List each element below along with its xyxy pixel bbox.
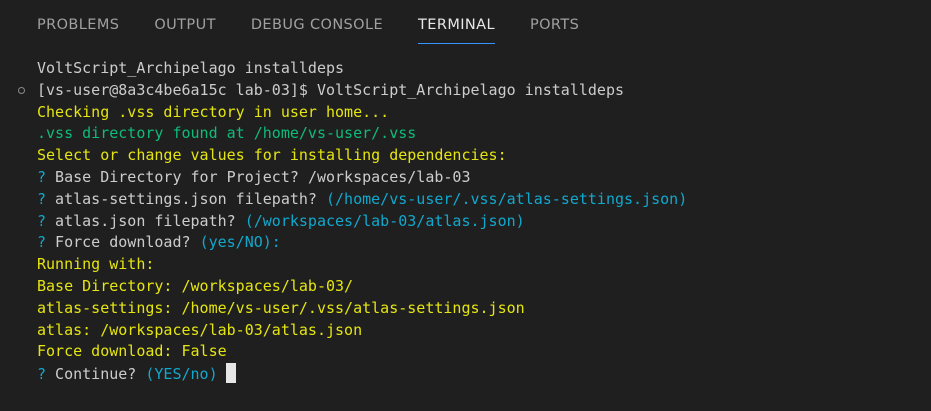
terminal-line: .vss directory found at /home/vs-user/.v… (0, 123, 931, 145)
question-label: Base Directory for Project? (46, 167, 308, 186)
tab-problems[interactable]: PROBLEMS (37, 17, 119, 44)
default-value: (/home/vs-user/.vss/atlas-settings.json) (326, 189, 688, 208)
answer-value: /workspaces/lab-03 (307, 167, 471, 186)
terminal-line: Checking .vss directory in user home... (0, 102, 931, 124)
command-decoration-circle-icon[interactable] (18, 86, 25, 94)
terminal-line-question: ? Base Directory for Project? /workspace… (0, 167, 931, 189)
question-mark: ? (37, 365, 47, 384)
terminal-line: Select or change values for installing d… (0, 145, 931, 167)
command-echo: VoltScript_Archipelago installdeps (37, 59, 345, 77)
summary-item: atlas: /workspaces/lab-03/atlas.json (37, 320, 363, 339)
shell-prompt-command: [vs-user@8a3c4be6a15c lab-03]$ VoltScrip… (37, 80, 624, 99)
terminal-line: Running with: (0, 254, 931, 276)
question-mark: ? (37, 189, 47, 208)
summary-item: Base Directory: /workspaces/lab-03/ (37, 276, 354, 295)
default-value: (yes/NO): (199, 233, 281, 252)
terminal-line: Force download: False (0, 341, 931, 363)
summary-item: atlas-settings: /home/vs-user/.vss/atlas… (37, 298, 525, 317)
tab-debug-console[interactable]: DEBUG CONSOLE (251, 17, 383, 44)
panel-tab-bar: PROBLEMS OUTPUT DEBUG CONSOLE TERMINAL P… (0, 0, 931, 57)
terminal-line: atlas-settings: /home/vs-user/.vss/atlas… (0, 298, 931, 320)
status-text: Checking .vss directory in user home... (37, 102, 390, 121)
tab-ports[interactable]: PORTS (530, 17, 579, 44)
terminal-line-question: ? Force download? (yes/NO): (0, 232, 931, 254)
tab-output[interactable]: OUTPUT (154, 17, 216, 44)
question-mark: ? (37, 233, 47, 252)
summary-item: Force download: False (37, 342, 227, 361)
terminal-panel: PROBLEMS OUTPUT DEBUG CONSOLE TERMINAL P… (0, 0, 931, 411)
question-label: atlas-settings.json filepath? (46, 189, 326, 208)
status-text: Select or change values for installing d… (37, 146, 507, 165)
summary-heading: Running with: (37, 255, 155, 274)
question-mark: ? (37, 211, 47, 230)
default-value: (/workspaces/lab-03/atlas.json) (244, 211, 525, 230)
tab-terminal[interactable]: TERMINAL (418, 17, 495, 44)
question-label: Continue? (46, 365, 146, 384)
terminal-output[interactable]: VoltScript_Archipelago installdeps [vs-u… (0, 58, 931, 385)
terminal-line: Base Directory: /workspaces/lab-03/ (0, 276, 931, 298)
terminal-line-question: ? atlas-settings.json filepath? (/home/v… (0, 189, 931, 211)
terminal-line-question: ? atlas.json filepath? (/workspaces/lab-… (0, 211, 931, 233)
terminal-line-question: ? Continue? (YES/no) (0, 363, 931, 385)
question-label: atlas.json filepath? (46, 211, 245, 230)
status-text: .vss directory found at /home/vs-user/.v… (37, 124, 417, 143)
terminal-cursor[interactable] (225, 363, 236, 384)
question-mark: ? (37, 167, 47, 186)
terminal-line: atlas: /workspaces/lab-03/atlas.json (0, 320, 931, 342)
default-value: (YES/no) (145, 365, 218, 384)
terminal-line: VoltScript_Archipelago installdeps (0, 58, 931, 80)
question-label: Force download? (46, 233, 200, 252)
terminal-line-prompt: [vs-user@8a3c4be6a15c lab-03]$ VoltScrip… (0, 80, 931, 102)
